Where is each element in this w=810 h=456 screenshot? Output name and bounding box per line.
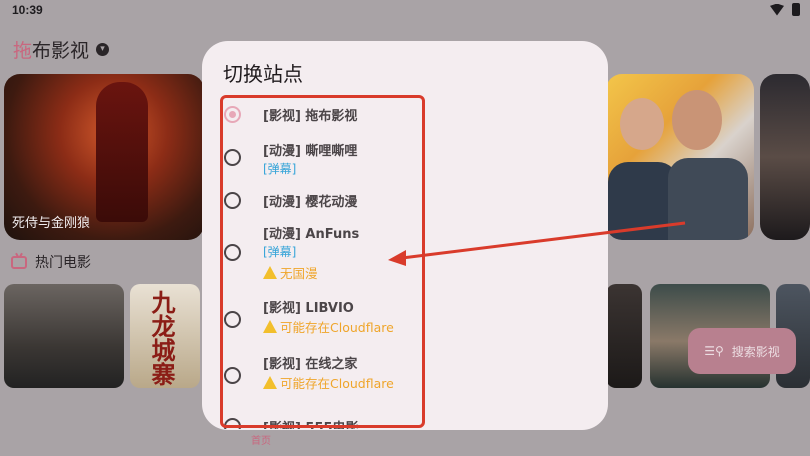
warning-note: 无国漫 [263, 263, 318, 282]
chevron-down-icon: ▾ [96, 43, 110, 56]
section-title: 热门电影 [35, 255, 91, 271]
banner-figure [668, 158, 748, 240]
switch-site-dialog: 切换站点 [影视] 拖布影视 [动漫] 嘶哩嘶哩 [弹幕] [动漫] 樱花动漫 … [202, 41, 608, 430]
banner-caption: 死侍与金刚狼 [12, 216, 91, 231]
poster-title: 九龙城寨 [147, 290, 176, 386]
battery-icon [792, 3, 800, 16]
site-option[interactable]: [动漫] 嘶哩嘶哩 [弹幕] [220, 133, 424, 177]
radio-selected-icon[interactable] [224, 106, 241, 123]
banner-figure [672, 90, 722, 150]
tv-icon [11, 255, 27, 269]
radio-icon[interactable] [224, 149, 241, 166]
movie-poster[interactable] [606, 284, 642, 388]
banner-figure [96, 82, 148, 222]
warning-text: 可能存在Cloudflare [280, 376, 394, 391]
site-name: [动漫] 嘶哩嘶哩 [263, 144, 358, 159]
warning-text: 无国漫 [280, 266, 318, 281]
site-name: [影视] LIBVIO [263, 301, 354, 316]
radio-icon[interactable] [224, 244, 241, 261]
app-title-rest: 布影视 [32, 40, 90, 62]
wifi-icon [770, 3, 784, 16]
tab-home[interactable]: 首页 [251, 432, 271, 447]
site-name: [影视] 在线之家 [263, 357, 358, 372]
warning-note: 可能存在Cloudflare [263, 317, 394, 336]
section-hot-movies: 热门电影 [11, 252, 91, 272]
featured-banner-comedy[interactable] [606, 74, 754, 240]
dialog-title: 切换站点 [223, 62, 303, 86]
radio-icon[interactable] [224, 192, 241, 209]
status-bar: 10:39 [0, 0, 810, 22]
app-title-dropdown[interactable]: 拖 布影视 ▾ [13, 36, 110, 63]
radio-icon[interactable] [224, 418, 241, 429]
danmaku-tag: [弹幕] [263, 162, 297, 176]
site-option[interactable]: [影视] 在线之家 可能存在Cloudflare [220, 349, 424, 397]
banner-figure [620, 98, 664, 150]
site-list[interactable]: [影视] 拖布影视 [动漫] 嘶哩嘶哩 [弹幕] [动漫] 樱花动漫 [动漫] … [220, 95, 424, 429]
site-option[interactable]: [动漫] AnFuns [弹幕] 无国漫 [220, 219, 424, 283]
warning-note: 可能存在Cloudflare [263, 373, 394, 392]
site-name: [动漫] 樱花动漫 [263, 195, 358, 210]
search-button-label: 搜索影视 [731, 344, 780, 359]
featured-banner-deadpool[interactable]: 死侍与金刚狼 [4, 74, 204, 240]
site-option[interactable]: [影视] 拖布影视 [220, 103, 424, 129]
warning-text: 可能存在Cloudflare [280, 320, 394, 335]
app-title-first-char: 拖 [13, 40, 33, 62]
system-icons [770, 3, 800, 16]
site-option[interactable]: [影视] 555电影 [220, 413, 424, 429]
status-time: 10:39 [12, 3, 43, 17]
warning-icon [263, 376, 277, 389]
featured-banner-next[interactable] [760, 74, 810, 240]
site-name: [动漫] AnFuns [263, 227, 360, 242]
radio-icon[interactable] [224, 311, 241, 328]
site-name: [影视] 555电影 [263, 421, 359, 429]
movie-poster[interactable]: 九龙城寨 [130, 284, 200, 388]
search-icon: ☰⚲ [704, 344, 724, 358]
site-option[interactable]: [动漫] 樱花动漫 [220, 187, 424, 213]
danmaku-tag: [弹幕] [263, 245, 297, 259]
movie-poster[interactable] [4, 284, 124, 388]
site-option[interactable]: [影视] LIBVIO 可能存在Cloudflare [220, 293, 424, 341]
warning-icon [263, 266, 277, 279]
search-button[interactable]: ☰⚲ 搜索影视 [688, 328, 796, 374]
site-name: [影视] 拖布影视 [263, 109, 358, 124]
radio-icon[interactable] [224, 367, 241, 384]
warning-icon [263, 320, 277, 333]
